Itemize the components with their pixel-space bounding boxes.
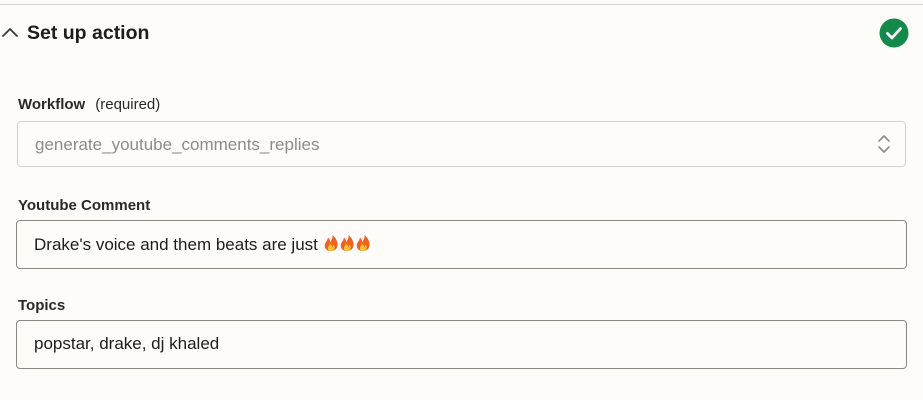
youtube-comment-input[interactable]: Drake's voice and them beats are just — [16, 220, 907, 269]
workflow-label: Workflow (required) — [18, 96, 160, 113]
topics-input[interactable]: popstar, drake, dj khaled — [16, 320, 907, 369]
up-down-chevrons-icon — [877, 134, 891, 154]
workflow-select[interactable]: generate_youtube_comments_replies — [17, 121, 906, 167]
youtube-comment-label: Youtube Comment — [18, 197, 151, 214]
topics-value: popstar, drake, dj khaled — [34, 334, 220, 353]
check-circle-icon — [879, 18, 909, 48]
required-note: (required) — [95, 96, 161, 113]
fire-icon — [323, 234, 373, 257]
setup-action-panel: Set up action Workflow (required) generat… — [0, 0, 923, 400]
chevron-up-icon[interactable] — [1, 25, 19, 39]
section-title: Set up action — [27, 22, 150, 44]
topics-label: Topics — [18, 297, 66, 314]
section-header[interactable]: Set up action — [0, 16, 923, 52]
divider — [0, 4, 923, 5]
youtube-comment-value: Drake's voice and them beats are just — [34, 234, 373, 257]
workflow-select-value: generate_youtube_comments_replies — [35, 135, 320, 154]
workflow-label-text: Workflow — [18, 96, 86, 113]
youtube-comment-text: Drake's voice and them beats are just — [34, 235, 318, 254]
